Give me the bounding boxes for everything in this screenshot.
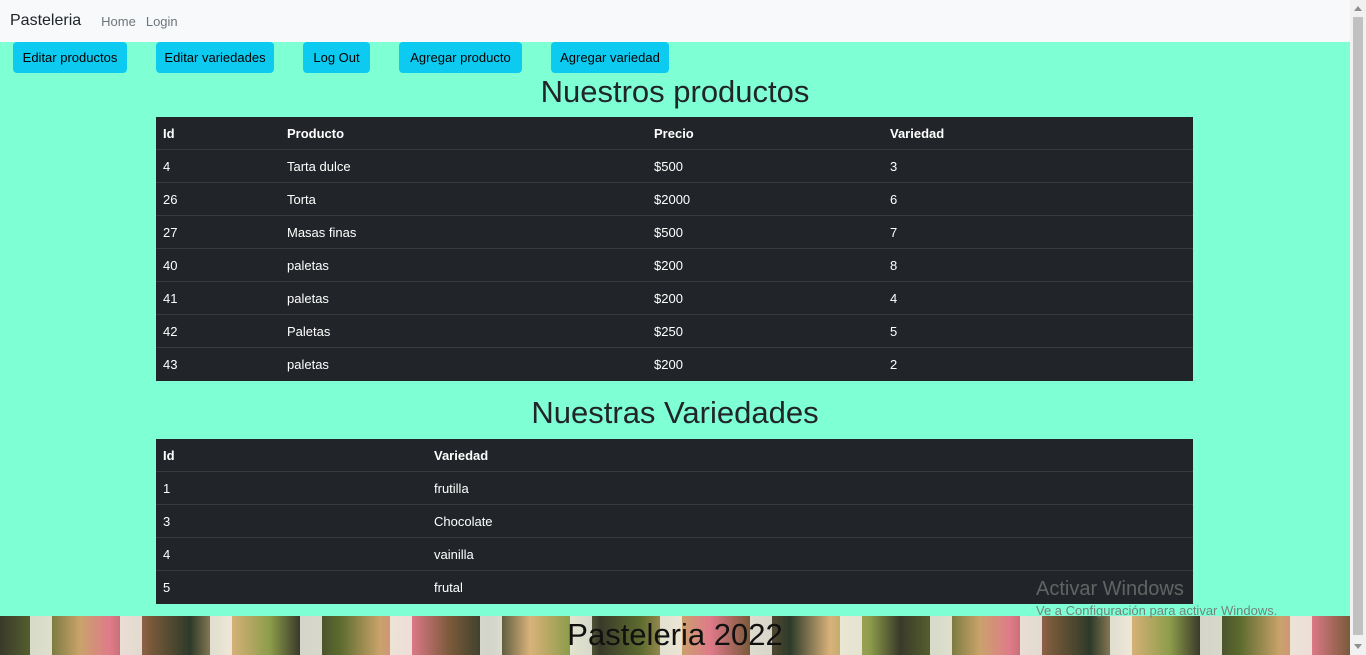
cell-precio: $500	[654, 224, 683, 240]
navbar-brand[interactable]: Pasteleria	[10, 12, 81, 30]
column-header-producto: Producto	[287, 125, 345, 141]
productos-table: Id Producto Precio Variedad 4 Tarta dulc…	[156, 117, 1193, 381]
agregar-producto-button[interactable]: Agregar producto	[399, 42, 522, 73]
table-row: 42 Paletas $250 5	[156, 315, 1193, 348]
scrollbar-thumb[interactable]	[1353, 17, 1363, 635]
nav-link-login[interactable]: Login	[146, 14, 178, 29]
cell-producto: Torta	[287, 191, 316, 207]
column-header-variedad: Variedad	[434, 447, 489, 463]
table-row: 27 Masas finas $500 7	[156, 216, 1193, 249]
log-out-button[interactable]: Log Out	[303, 42, 370, 73]
cell-precio: $200	[654, 290, 683, 306]
cell-id: 4	[163, 546, 171, 562]
cell-id: 27	[163, 224, 178, 240]
table-header-row: Id Producto Precio Variedad	[156, 117, 1193, 150]
variedades-title: Nuestras Variedades	[531, 395, 819, 430]
cell-variedad: 6	[890, 191, 898, 207]
cell-variedad: vainilla	[434, 546, 474, 562]
cell-producto: Masas finas	[287, 224, 357, 240]
table-row: 4 vainilla	[156, 538, 1193, 571]
activation-watermark-subtitle: Ve a Configuración para activar Windows.	[1036, 603, 1278, 618]
cell-precio: $200	[654, 257, 683, 273]
editar-productos-button[interactable]: Editar productos	[13, 42, 127, 73]
cell-id: 42	[163, 323, 178, 339]
cell-variedad: Chocolate	[434, 513, 493, 529]
table-row: 40 paletas $200 8	[156, 249, 1193, 282]
nav-link-home[interactable]: Home	[101, 14, 136, 29]
cell-producto: paletas	[287, 290, 329, 306]
table-row: 26 Torta $2000 6	[156, 183, 1193, 216]
cell-id: 5	[163, 580, 171, 595]
column-header-precio: Precio	[654, 125, 694, 141]
cell-variedad: frutal	[434, 580, 463, 595]
cell-id: 26	[163, 191, 178, 207]
cell-producto: paletas	[287, 257, 329, 273]
cell-precio: $500	[654, 158, 683, 174]
activation-watermark-title: Activar Windows	[1036, 578, 1184, 600]
cell-precio: $250	[654, 323, 683, 339]
table-header-row: Id Variedad	[156, 439, 1193, 472]
editar-variedades-button[interactable]: Editar variedades	[156, 42, 274, 73]
table-row: 43 paletas $200 2	[156, 348, 1193, 381]
vertical-scrollbar[interactable]	[1350, 0, 1366, 655]
table-row: 3 Chocolate	[156, 505, 1193, 538]
scroll-down-arrow-icon[interactable]	[1354, 644, 1362, 649]
footer-banner: Pasteleria 2022	[0, 616, 1350, 655]
cell-variedad: 8	[890, 257, 898, 273]
column-header-id: Id	[163, 125, 175, 141]
cell-variedad: 2	[890, 357, 898, 372]
navbar: Pasteleria Home Login	[0, 0, 1350, 42]
cell-id: 3	[163, 513, 171, 529]
cell-id: 40	[163, 257, 178, 273]
table-row: 4 Tarta dulce $500 3	[156, 150, 1193, 183]
cell-producto: Paletas	[287, 323, 331, 339]
cell-producto: paletas	[287, 357, 329, 372]
cell-id: 41	[163, 290, 178, 306]
agregar-variedad-button[interactable]: Agregar variedad	[551, 42, 669, 73]
cell-variedad: frutilla	[434, 480, 469, 496]
cell-precio: $2000	[654, 191, 691, 207]
productos-title: Nuestros productos	[540, 74, 810, 109]
cell-id: 1	[163, 480, 171, 496]
table-row: 41 paletas $200 4	[156, 282, 1193, 315]
column-header-variedad: Variedad	[890, 125, 945, 141]
scroll-up-arrow-icon[interactable]	[1354, 6, 1362, 11]
cell-producto: Tarta dulce	[287, 158, 351, 174]
cell-variedad: 3	[890, 158, 898, 174]
column-header-id: Id	[163, 447, 175, 463]
cell-variedad: 5	[890, 323, 898, 339]
cell-id: 4	[163, 158, 171, 174]
table-row: 1 frutilla	[156, 472, 1193, 505]
cell-precio: $200	[654, 357, 683, 372]
footer-title: Pasteleria 2022	[567, 617, 783, 652]
cell-variedad: 4	[890, 290, 898, 306]
cell-variedad: 7	[890, 224, 898, 240]
cell-id: 43	[163, 357, 178, 372]
